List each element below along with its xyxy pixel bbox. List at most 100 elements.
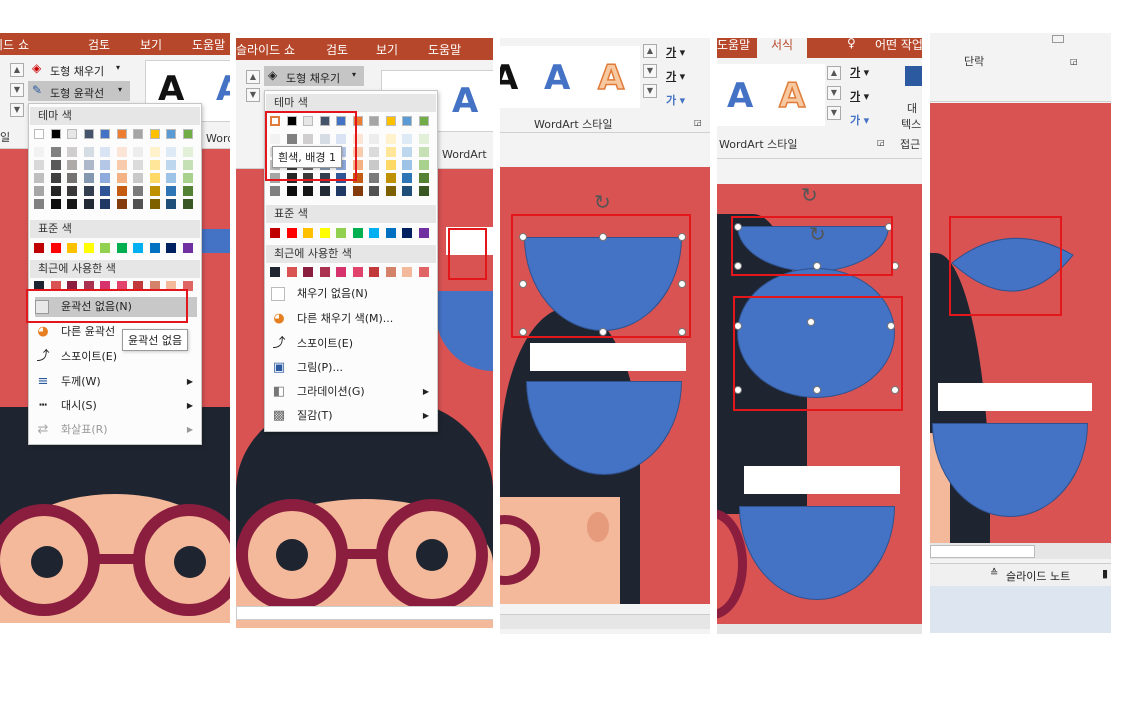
color-swatch[interactable] [67,173,77,183]
color-swatch[interactable] [34,186,44,196]
color-swatch[interactable] [34,160,44,170]
color-swatch[interactable] [149,147,160,157]
wordart-orange-a[interactable]: A [597,57,625,99]
color-swatch[interactable] [336,186,346,196]
color-swatch[interactable] [319,228,330,238]
color-swatch[interactable] [166,173,176,183]
color-swatch[interactable] [100,147,110,157]
wordart-blue-a[interactable]: A [727,76,753,116]
color-swatch[interactable] [149,243,160,253]
color-swatch[interactable] [149,160,160,170]
color-swatch[interactable] [182,160,193,170]
color-swatch[interactable] [369,267,379,277]
color-swatch[interactable] [34,243,44,253]
color-swatch[interactable] [133,173,143,183]
color-swatch[interactable] [369,147,379,157]
color-swatch[interactable] [369,134,379,144]
color-swatch[interactable] [133,129,143,139]
comments-icon[interactable]: ▮ [1102,567,1108,580]
scrollbar[interactable] [236,606,493,620]
rotate-handle-icon[interactable]: ↻ [594,190,611,214]
dialog-launcher-icon[interactable]: ◲ [694,118,702,127]
text-fill-button[interactable]: 가 ▾ [666,44,685,60]
color-swatch[interactable] [116,186,127,196]
text-box-icon[interactable] [905,66,922,86]
weight-item[interactable]: ≡ 두께(W) ▶ [35,372,197,392]
color-swatch[interactable] [50,129,61,139]
color-swatch[interactable] [166,129,176,139]
color-swatch[interactable] [303,186,313,196]
wordart-blue-a[interactable]: A [544,58,570,98]
more-fill-colors-item[interactable]: ◕ 다른 채우기 색(M)... [271,309,433,329]
color-swatch[interactable] [418,116,429,126]
color-swatch[interactable] [418,147,429,157]
tab-view[interactable]: 보기 [140,36,162,53]
gallery-up-arrow[interactable]: ▲ [643,44,657,58]
color-swatch[interactable] [352,186,363,196]
color-swatch[interactable] [270,267,280,277]
color-swatch[interactable] [100,173,110,183]
text-outline-button[interactable]: 가 ▾ [666,68,685,84]
color-swatch[interactable] [369,160,379,170]
color-swatch[interactable] [83,160,94,170]
color-swatch[interactable] [385,186,396,196]
color-swatch[interactable] [83,186,94,196]
color-swatch[interactable] [50,173,61,183]
color-swatch[interactable] [303,228,313,238]
color-swatch[interactable] [166,147,176,157]
color-swatch[interactable] [149,186,160,196]
color-swatch[interactable] [402,173,412,183]
wordart-gallery[interactable]: A A A [500,46,640,108]
scrollbar[interactable] [930,543,1111,559]
tab-format[interactable]: 서식 [757,38,808,58]
gallery-more-arrow[interactable]: ▼ [827,106,841,120]
tab-help[interactable]: 도움말 [192,36,225,53]
scroll-thumb[interactable] [930,545,1035,558]
color-swatch[interactable] [83,129,94,139]
tab-help[interactable]: 도움말 [717,38,750,53]
dash-item[interactable]: ┅ 대시(S) ▶ [35,396,197,416]
color-swatch[interactable] [336,228,346,238]
wordart-gallery[interactable]: A A [717,64,825,126]
color-swatch[interactable] [402,160,412,170]
color-swatch[interactable] [100,243,110,253]
ribbon-mini-button[interactable] [1052,35,1064,43]
color-swatch[interactable] [385,173,396,183]
tab-help[interactable]: 도움말 [428,41,461,58]
color-swatch[interactable] [352,228,363,238]
color-swatch[interactable] [100,199,110,209]
color-swatch[interactable] [182,147,193,157]
tab-view[interactable]: 보기 [376,41,398,58]
tab-review[interactable]: 검토 [88,36,110,53]
gallery-up-arrow[interactable]: ▲ [246,70,260,84]
color-swatch[interactable] [402,134,412,144]
wordart-black-a[interactable]: A [500,58,518,98]
color-swatch[interactable] [116,199,127,209]
color-swatch[interactable] [116,243,127,253]
color-swatch[interactable] [100,160,110,170]
shape-fill-button[interactable]: ◈ 도형 채우기 ▾ [30,61,130,79]
scrollbar[interactable] [717,624,922,634]
color-swatch[interactable] [83,243,94,253]
color-swatch[interactable] [336,267,346,277]
color-swatch[interactable] [34,129,44,139]
color-swatch[interactable] [166,160,176,170]
color-swatch[interactable] [385,160,396,170]
color-swatch[interactable] [385,228,396,238]
gallery-down-arrow[interactable]: ▼ [643,64,657,78]
color-swatch[interactable] [286,267,297,277]
color-swatch[interactable] [67,199,77,209]
eyedropper-item[interactable]: ⤴ 스포이트(E) [271,334,433,354]
color-swatch[interactable] [133,147,143,157]
color-swatch[interactable] [352,267,363,277]
text-fill-button[interactable]: 가 ▾ [850,64,869,80]
rotate-handle-icon[interactable]: ↻ [801,183,818,207]
color-swatch[interactable] [369,116,379,126]
color-swatch[interactable] [67,186,77,196]
color-swatch[interactable] [385,116,396,126]
color-swatch[interactable] [50,186,61,196]
color-swatch[interactable] [385,147,396,157]
slide-notes-button[interactable]: 슬라이드 노트 [1006,568,1070,584]
wordart-orange-a[interactable]: A [778,75,806,117]
gallery-more-arrow[interactable]: ▼ [643,84,657,98]
